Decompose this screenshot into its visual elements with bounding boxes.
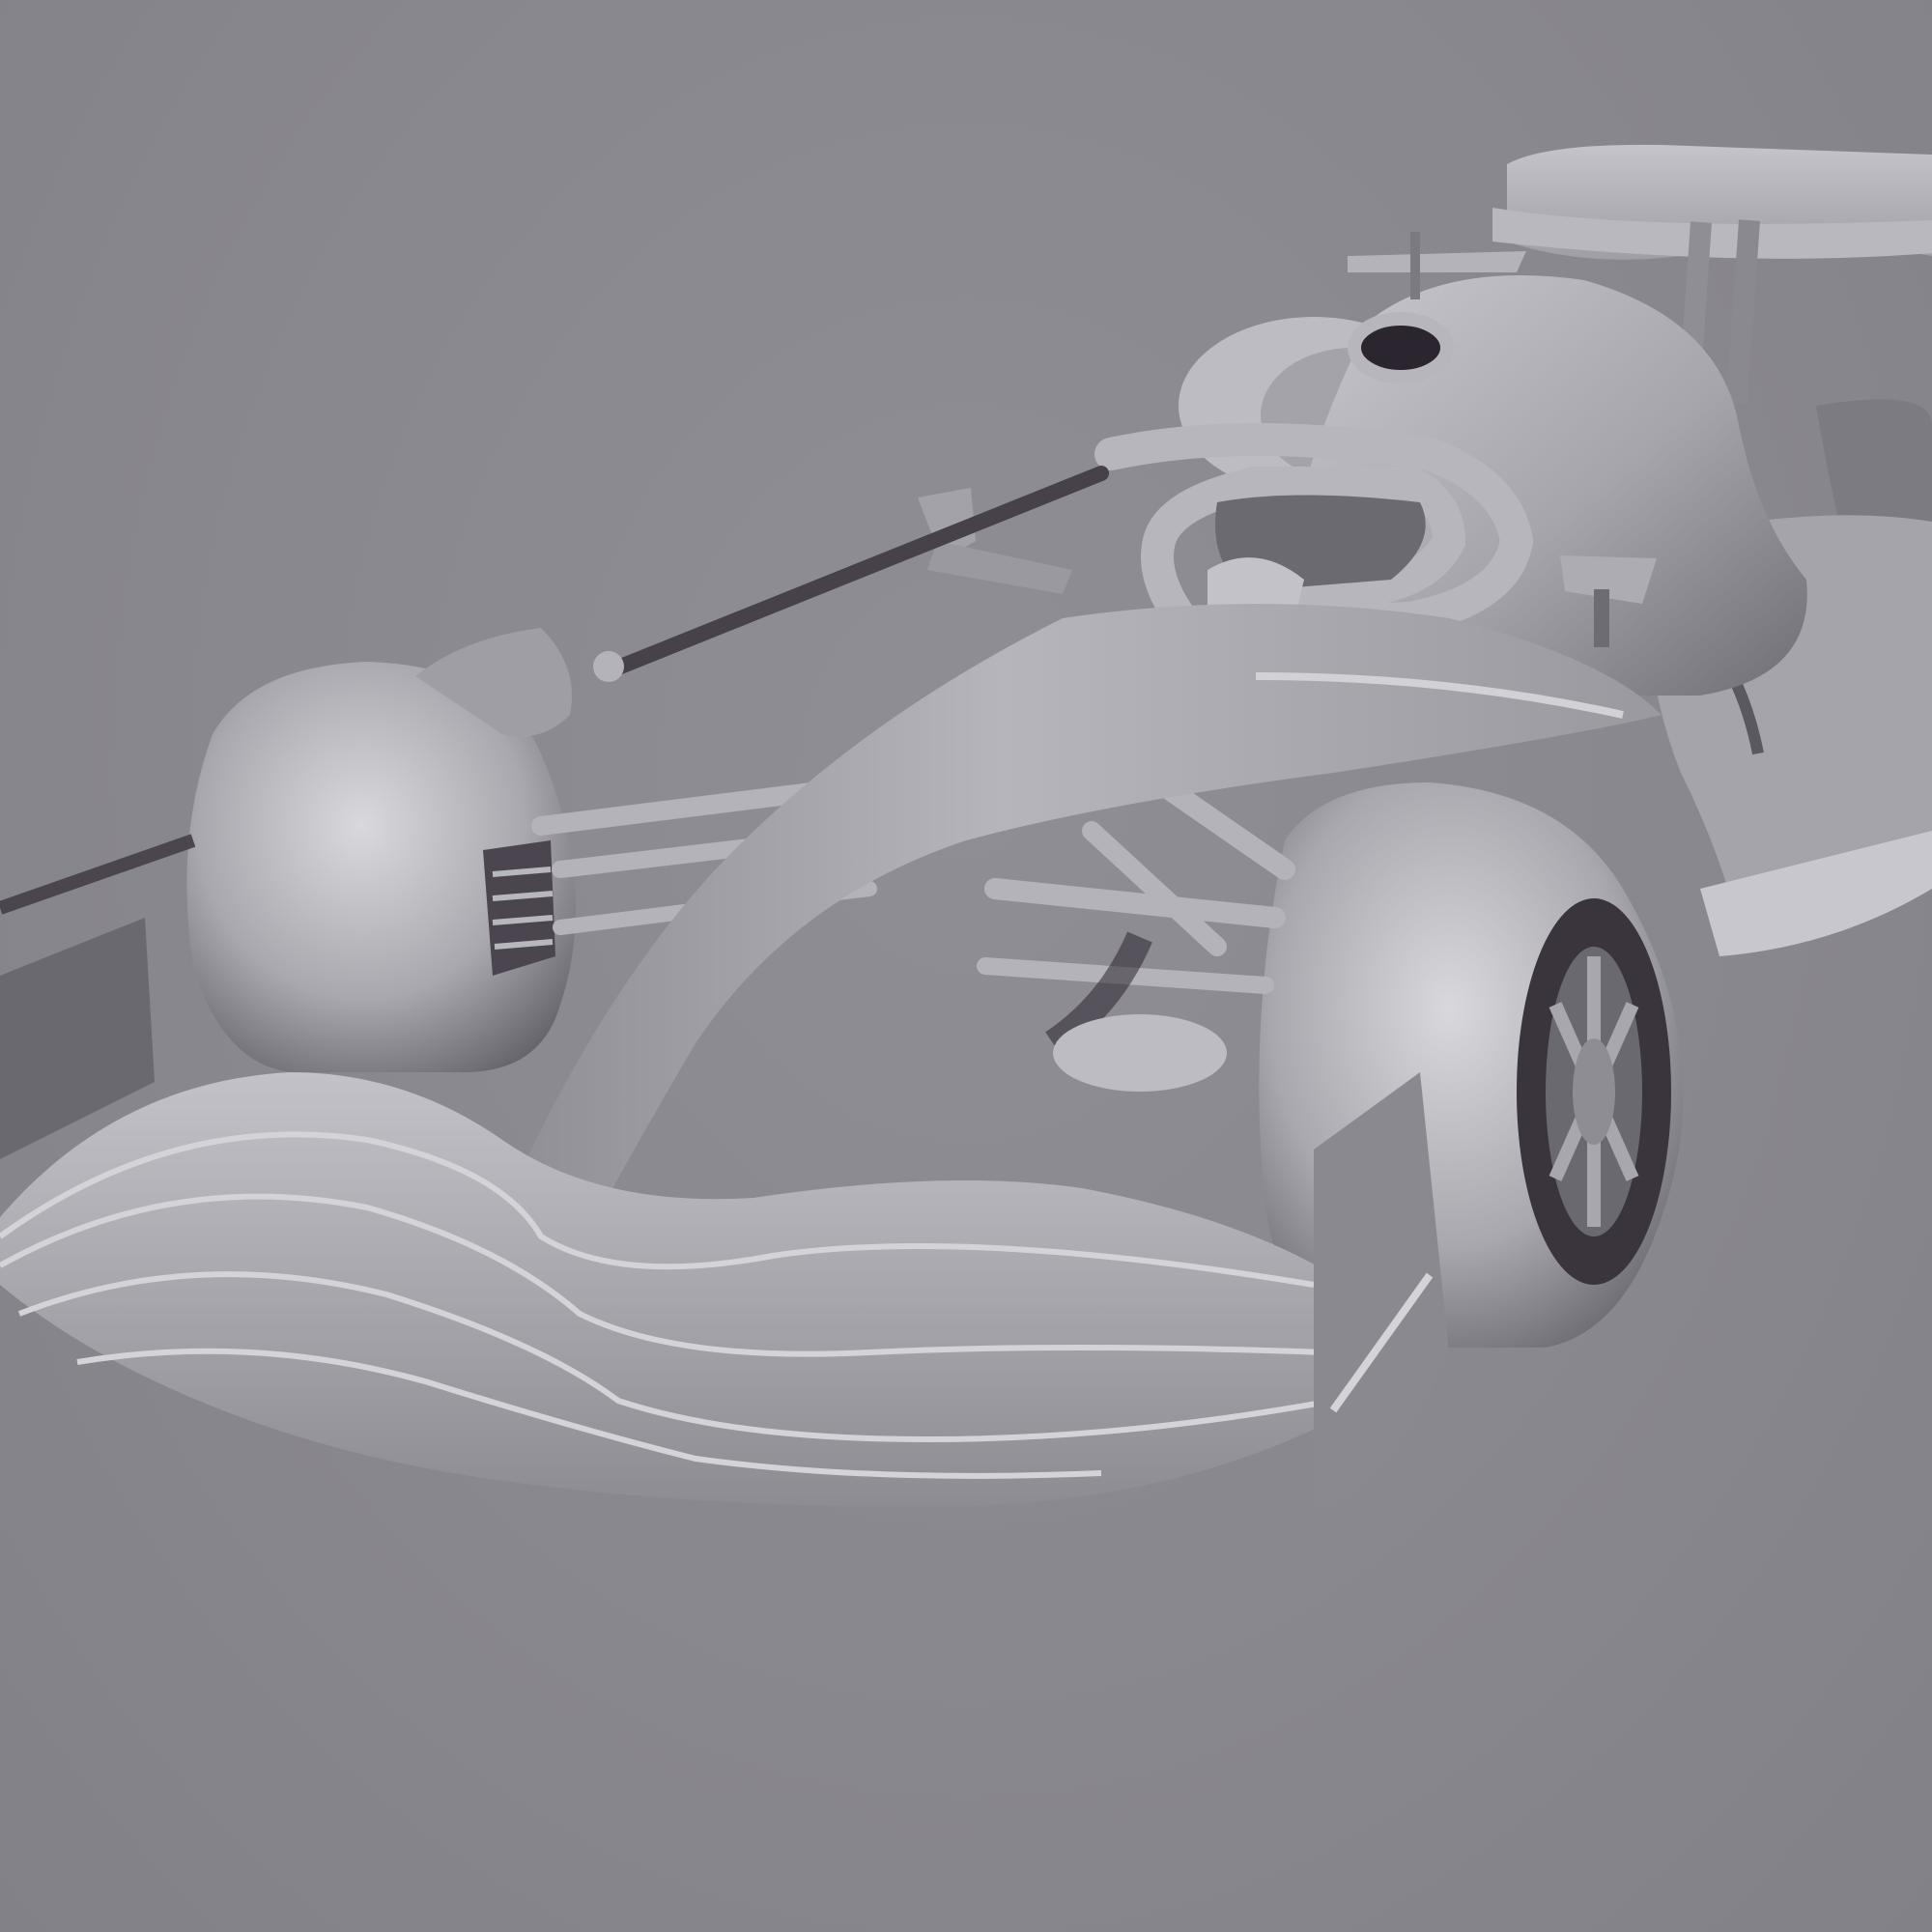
airbox-intake [1348, 312, 1454, 384]
halo [1094, 423, 1534, 645]
race-car-render [0, 144, 1932, 1507]
front-left-tyre [186, 628, 577, 1072]
model-viewport[interactable] [0, 0, 1932, 1932]
